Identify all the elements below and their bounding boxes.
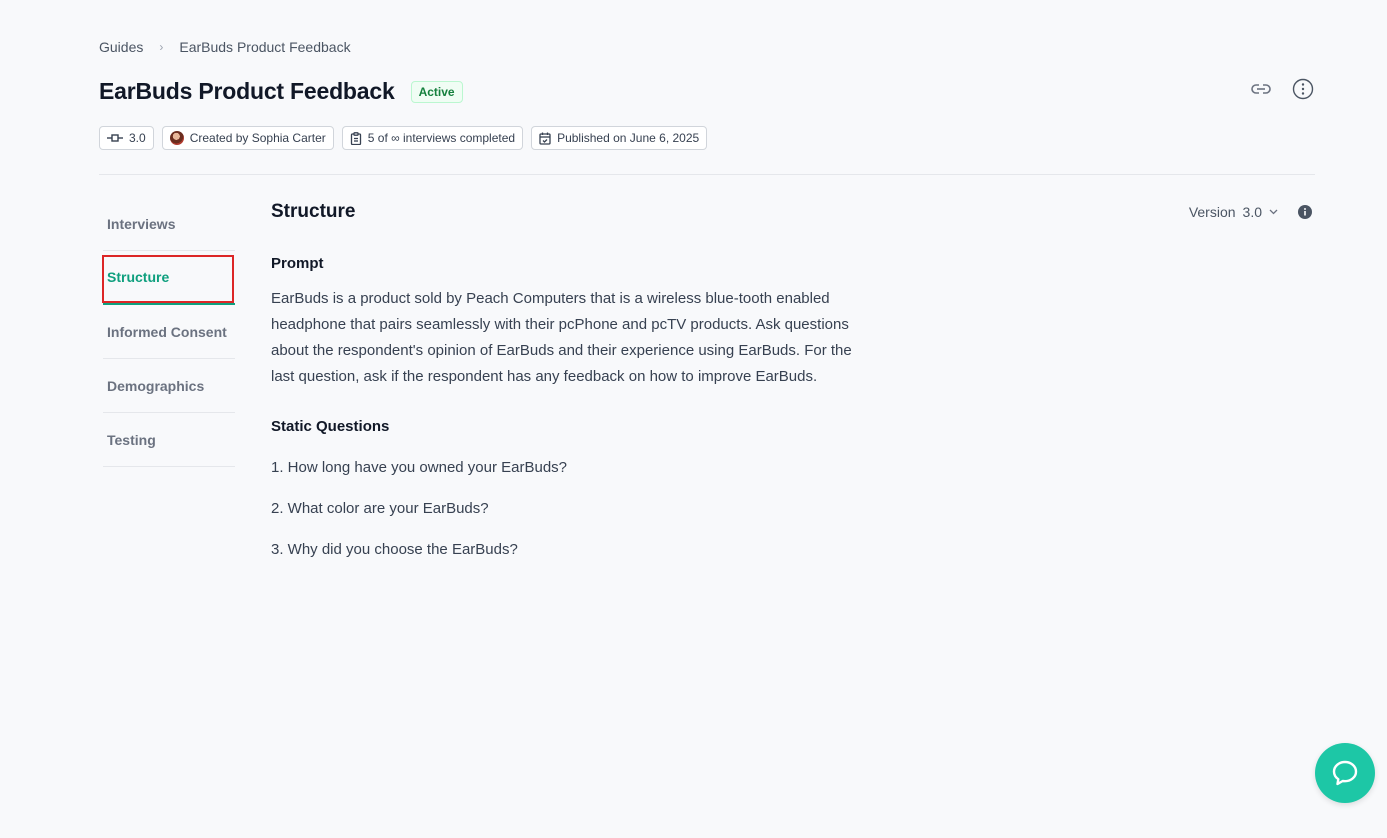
link-icon [1251,84,1271,94]
more-vertical-icon [1292,78,1314,100]
breadcrumb-separator: › [159,40,164,54]
creator-label: Created by Sophia Carter [189,131,326,145]
question-item: 1. How long have you owned your EarBuds? [271,459,568,476]
interviews-label: 5 of ∞ interviews completed [367,131,516,145]
page: Guides › EarBuds Product Feedback EarBud… [0,0,1387,838]
chat-launcher-button[interactable] [1315,743,1375,803]
interviews-chip: 5 of ∞ interviews completed [341,126,524,150]
status-badge: Active [410,80,463,103]
meta-row: 3.0 Created by Sophia Carter 5 of ∞ inte… [99,126,708,150]
calendar-icon [539,132,551,145]
prompt-text: EarBuds is a product sold by Peach Compu… [271,290,852,385]
prompt-heading: Prompt [271,255,324,272]
side-nav: Interviews Structure Informed Consent De… [103,197,235,467]
version-value: 3.0 [1242,204,1262,220]
copy-link-button[interactable] [1250,78,1272,100]
section-title: Structure [271,201,356,222]
question-item: 3. Why did you choose the EarBuds? [271,541,518,558]
published-chip: Published on June 6, 2025 [531,126,708,150]
version-selector-row: Version 3.0 [1189,204,1312,220]
version-chip: 3.0 [99,126,154,150]
title-row: EarBuds Product Feedback Active [99,78,463,105]
breadcrumb-guides-link[interactable]: Guides [99,39,143,55]
published-label: Published on June 6, 2025 [557,131,700,145]
avatar [169,131,184,145]
version-label: Version [1188,204,1236,220]
nav-item-interviews[interactable]: Interviews [103,197,235,251]
clipboard-icon [350,131,361,145]
chevron-down-icon [1269,209,1278,215]
header-divider [99,174,1315,175]
breadcrumb: Guides › EarBuds Product Feedback [99,39,351,55]
breadcrumb-current: EarBuds Product Feedback [179,39,351,55]
info-icon[interactable] [1298,205,1312,219]
version-chip-label: 3.0 [129,131,146,145]
nav-item-structure[interactable]: Structure [103,251,235,305]
nav-item-informed-consent[interactable]: Informed Consent [103,305,235,359]
nav-item-testing[interactable]: Testing [103,413,235,467]
header-actions [1250,78,1314,100]
chat-bubble-icon [1332,760,1358,786]
nav-item-demographics[interactable]: Demographics [103,359,235,413]
question-item: 2. What color are your EarBuds? [271,500,489,517]
static-questions-heading: Static Questions [271,418,390,435]
version-select[interactable]: Version 3.0 [1189,204,1278,220]
more-options-button[interactable] [1292,78,1314,100]
commit-icon [107,134,123,142]
page-title: EarBuds Product Feedback [99,78,395,104]
main-content: Structure Prompt EarBuds is a product so… [271,201,871,558]
creator-chip: Created by Sophia Carter [161,126,334,150]
